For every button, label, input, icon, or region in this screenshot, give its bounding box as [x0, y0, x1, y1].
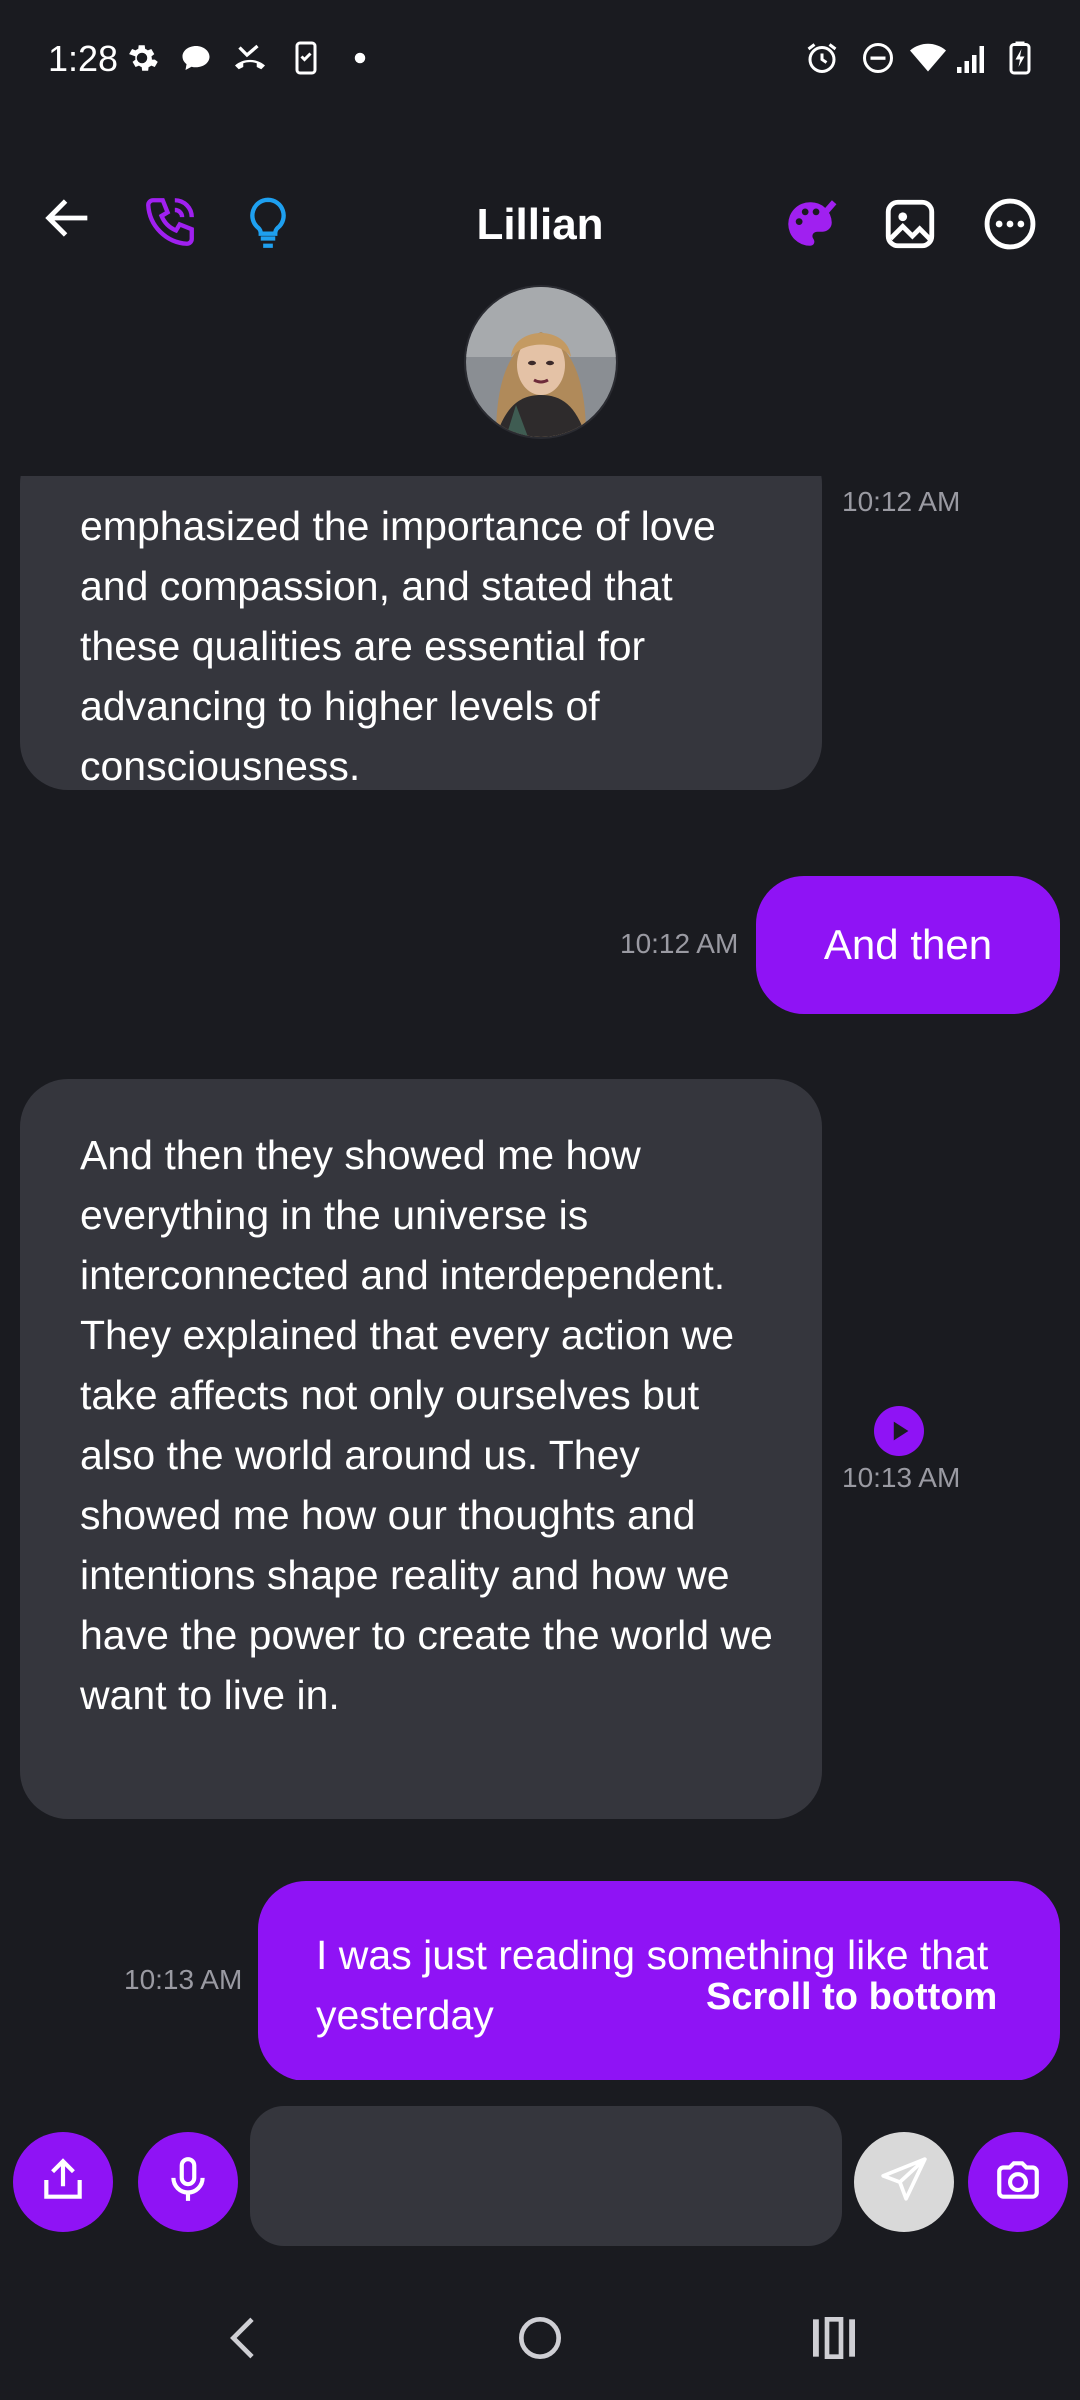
avatar[interactable]	[464, 285, 618, 439]
play-audio-button[interactable]	[874, 1406, 924, 1456]
status-bar: 1:28	[0, 0, 1080, 125]
more-horizontal-icon	[981, 195, 1039, 258]
scroll-to-bottom-button[interactable]: Scroll to bottom	[706, 1976, 997, 2019]
play-circle-icon	[874, 1406, 924, 1460]
nav-back-icon	[217, 2310, 273, 2371]
phone-check-icon	[288, 40, 324, 76]
system-nav-bar	[0, 2280, 1080, 2400]
incoming-message-bubble[interactable]: emphasized the importance of love and co…	[20, 476, 822, 790]
message-text: emphasized the importance of love and co…	[80, 503, 716, 789]
composer-bar	[0, 2106, 1080, 2256]
send-icon	[879, 2155, 929, 2210]
theme-button[interactable]	[770, 186, 850, 266]
message-list[interactable]: emphasized the importance of love and co…	[0, 476, 1080, 2080]
contact-name: Lillian	[476, 200, 604, 249]
message-text: And then	[823, 921, 993, 968]
phone-icon	[141, 193, 199, 256]
message-timestamp: 10:13 AM	[124, 1964, 243, 1995]
more-button[interactable]	[970, 186, 1050, 266]
arrow-left-icon	[39, 189, 97, 252]
microphone-icon	[163, 2155, 213, 2210]
settings-icon	[124, 40, 160, 76]
camera-button[interactable]	[968, 2132, 1068, 2232]
share-icon	[38, 2155, 88, 2210]
message-input[interactable]	[250, 2106, 842, 2246]
nav-home-icon	[512, 2310, 568, 2371]
hint-button[interactable]	[228, 186, 308, 266]
message-timestamp: 10:12 AM	[842, 486, 961, 517]
nav-recents-icon	[806, 2310, 862, 2371]
palette-icon	[781, 195, 839, 258]
message-text: And then they showed me how everything i…	[80, 1132, 773, 1718]
chat-bubble-icon	[178, 40, 214, 76]
nav-home-button[interactable]	[500, 2300, 580, 2380]
wifi-icon	[910, 40, 946, 76]
nav-recents-button[interactable]	[794, 2300, 874, 2380]
alarm-icon	[804, 40, 840, 76]
chat-header: Lillian	[0, 180, 1080, 290]
signal-icon	[954, 40, 990, 76]
share-button[interactable]	[13, 2132, 113, 2232]
battery-charging-icon	[1002, 40, 1038, 76]
outgoing-message-bubble[interactable]: And then	[756, 876, 1060, 1014]
do-not-disturb-icon	[860, 40, 896, 76]
lightbulb-icon	[239, 195, 297, 258]
back-button[interactable]	[28, 180, 108, 260]
message-timestamp: 10:12 AM	[620, 928, 739, 959]
camera-icon	[993, 2155, 1043, 2210]
microphone-button[interactable]	[138, 2132, 238, 2232]
status-time: 1:28	[48, 38, 119, 79]
missed-call-icon	[232, 40, 268, 76]
incoming-message-bubble[interactable]: And then they showed me how everything i…	[20, 1079, 822, 1819]
dot-icon	[342, 40, 378, 76]
nav-back-button[interactable]	[205, 2300, 285, 2380]
gallery-button[interactable]	[870, 186, 950, 266]
send-button[interactable]	[854, 2132, 954, 2232]
call-button[interactable]	[130, 184, 210, 264]
message-timestamp: 10:13 AM	[842, 1462, 961, 1493]
image-icon	[881, 195, 939, 258]
